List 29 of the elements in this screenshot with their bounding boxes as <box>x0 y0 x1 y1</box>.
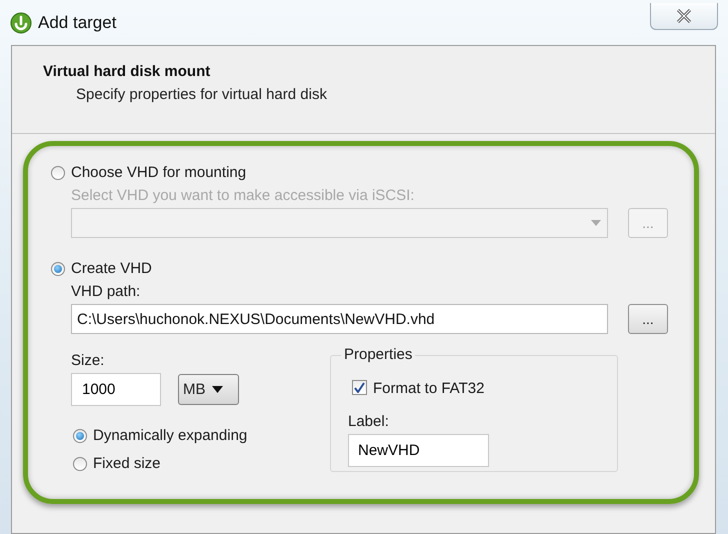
close-button[interactable] <box>650 3 718 30</box>
size-field[interactable]: 1000 <box>71 373 161 406</box>
radio-label: Dynamically expanding <box>93 427 248 444</box>
close-icon <box>676 9 692 23</box>
window-title: Add target <box>38 13 116 33</box>
caret-icon <box>591 220 601 226</box>
caret-icon <box>212 386 222 393</box>
path-field[interactable]: C:\Users\huchonok.NEXUS\Documents\NewVHD.vhd <box>71 304 608 334</box>
app-icon <box>10 12 32 34</box>
radio-label: Fixed size <box>93 455 161 472</box>
unit-dropdown[interactable]: MB <box>178 374 239 405</box>
browse-button[interactable]: ... <box>628 304 668 334</box>
page-title: Virtual hard disk mount <box>43 63 212 80</box>
label-field[interactable]: NewVHD <box>348 434 489 467</box>
radio-button[interactable] <box>51 166 65 180</box>
field-label: Select VHD you want to make accessible via iSCSI: <box>71 187 416 204</box>
radio-button[interactable] <box>73 456 87 470</box>
page-subtitle: Specify properties for virtual hard disk <box>76 86 328 103</box>
radio-label: Create VHD <box>71 260 152 277</box>
radio-button[interactable] <box>51 262 65 276</box>
dropdown-field[interactable] <box>71 208 608 238</box>
field-label: Label: <box>348 413 390 430</box>
group-title: Properties <box>341 346 416 363</box>
field-label: VHD path: <box>71 283 142 300</box>
checkbox-label: Format to FAT32 <box>373 380 484 397</box>
size-label: Size: <box>71 352 106 369</box>
checkbox[interactable] <box>352 380 367 395</box>
radio-label: Choose VHD for mounting <box>71 164 246 181</box>
radio-button[interactable] <box>73 428 87 442</box>
